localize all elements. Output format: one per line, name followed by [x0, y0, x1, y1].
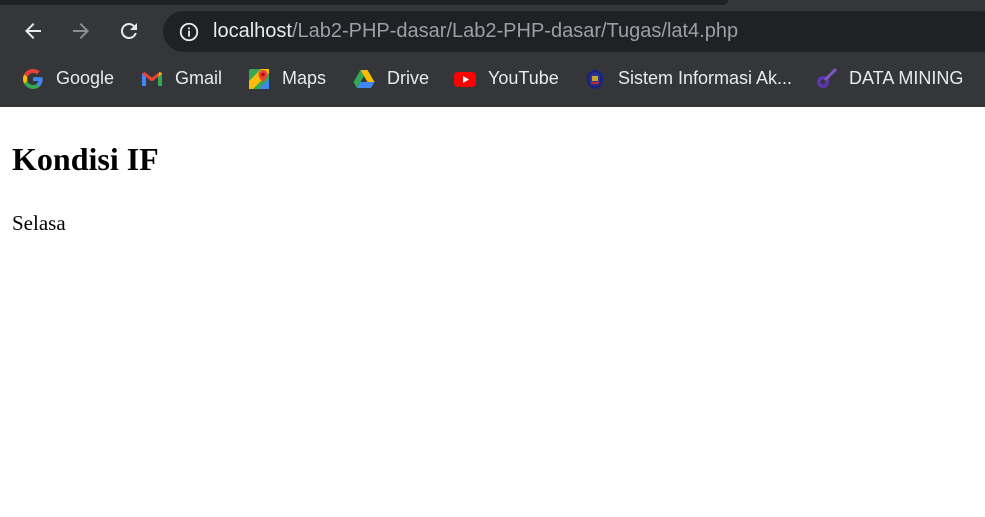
bookmark-label: Maps [282, 68, 327, 88]
back-arrow-icon [25, 23, 41, 39]
university-crest-icon [583, 67, 607, 91]
bookmarks-bar: Google Gmail Maps Drive YouTube Sistem I… [0, 62, 985, 95]
bookmark-label: Sistem Informasi Ak... [618, 68, 793, 88]
bookmark-label: Gmail [175, 68, 223, 88]
page-heading: Kondisi IF [12, 141, 159, 177]
browser-chrome: localhost/Lab2-PHP-dasar/Lab2-PHP-dasar/… [0, 0, 985, 107]
page-content: Kondisi IF Selasa [12, 107, 985, 517]
address-bar[interactable]: localhost/Lab2-PHP-dasar/Lab2-PHP-dasar/… [163, 11, 985, 52]
data-mining-icon [814, 67, 838, 91]
forward-button[interactable] [66, 16, 96, 46]
bookmark-google[interactable]: Google [21, 62, 114, 95]
tab-strip [0, 0, 728, 5]
url-path: /Lab2-PHP-dasar/Lab2-PHP-dasar/Tugas/lat… [291, 20, 739, 42]
url-host: localhost [213, 20, 292, 42]
reload-button[interactable] [114, 16, 144, 46]
bookmark-gmail[interactable]: Gmail [140, 62, 222, 95]
youtube-icon [453, 67, 477, 91]
bookmark-youtube[interactable]: YouTube [453, 62, 559, 95]
bookmark-label: Drive [387, 68, 430, 88]
gmail-icon [140, 67, 164, 91]
bookmark-drive[interactable]: Drive [352, 62, 429, 95]
bookmark-maps[interactable]: Maps [247, 62, 326, 95]
bookmark-label: Google [56, 68, 115, 88]
maps-icon [247, 67, 271, 91]
bookmark-data-mining[interactable]: DATA MINING [814, 62, 963, 95]
bookmark-label: DATA MINING [849, 68, 964, 88]
drive-icon [352, 67, 376, 91]
page-text: Selasa [12, 211, 66, 235]
reload-icon [120, 22, 137, 39]
forward-arrow-icon [73, 23, 89, 39]
url-text[interactable]: localhost/Lab2-PHP-dasar/Lab2-PHP-dasar/… [213, 11, 738, 52]
bookmark-label: YouTube [488, 68, 559, 88]
bookmark-sistem-informasi[interactable]: Sistem Informasi Ak... [583, 62, 792, 95]
back-button[interactable] [18, 16, 48, 46]
site-info-icon[interactable] [178, 21, 200, 43]
google-icon [21, 67, 45, 91]
